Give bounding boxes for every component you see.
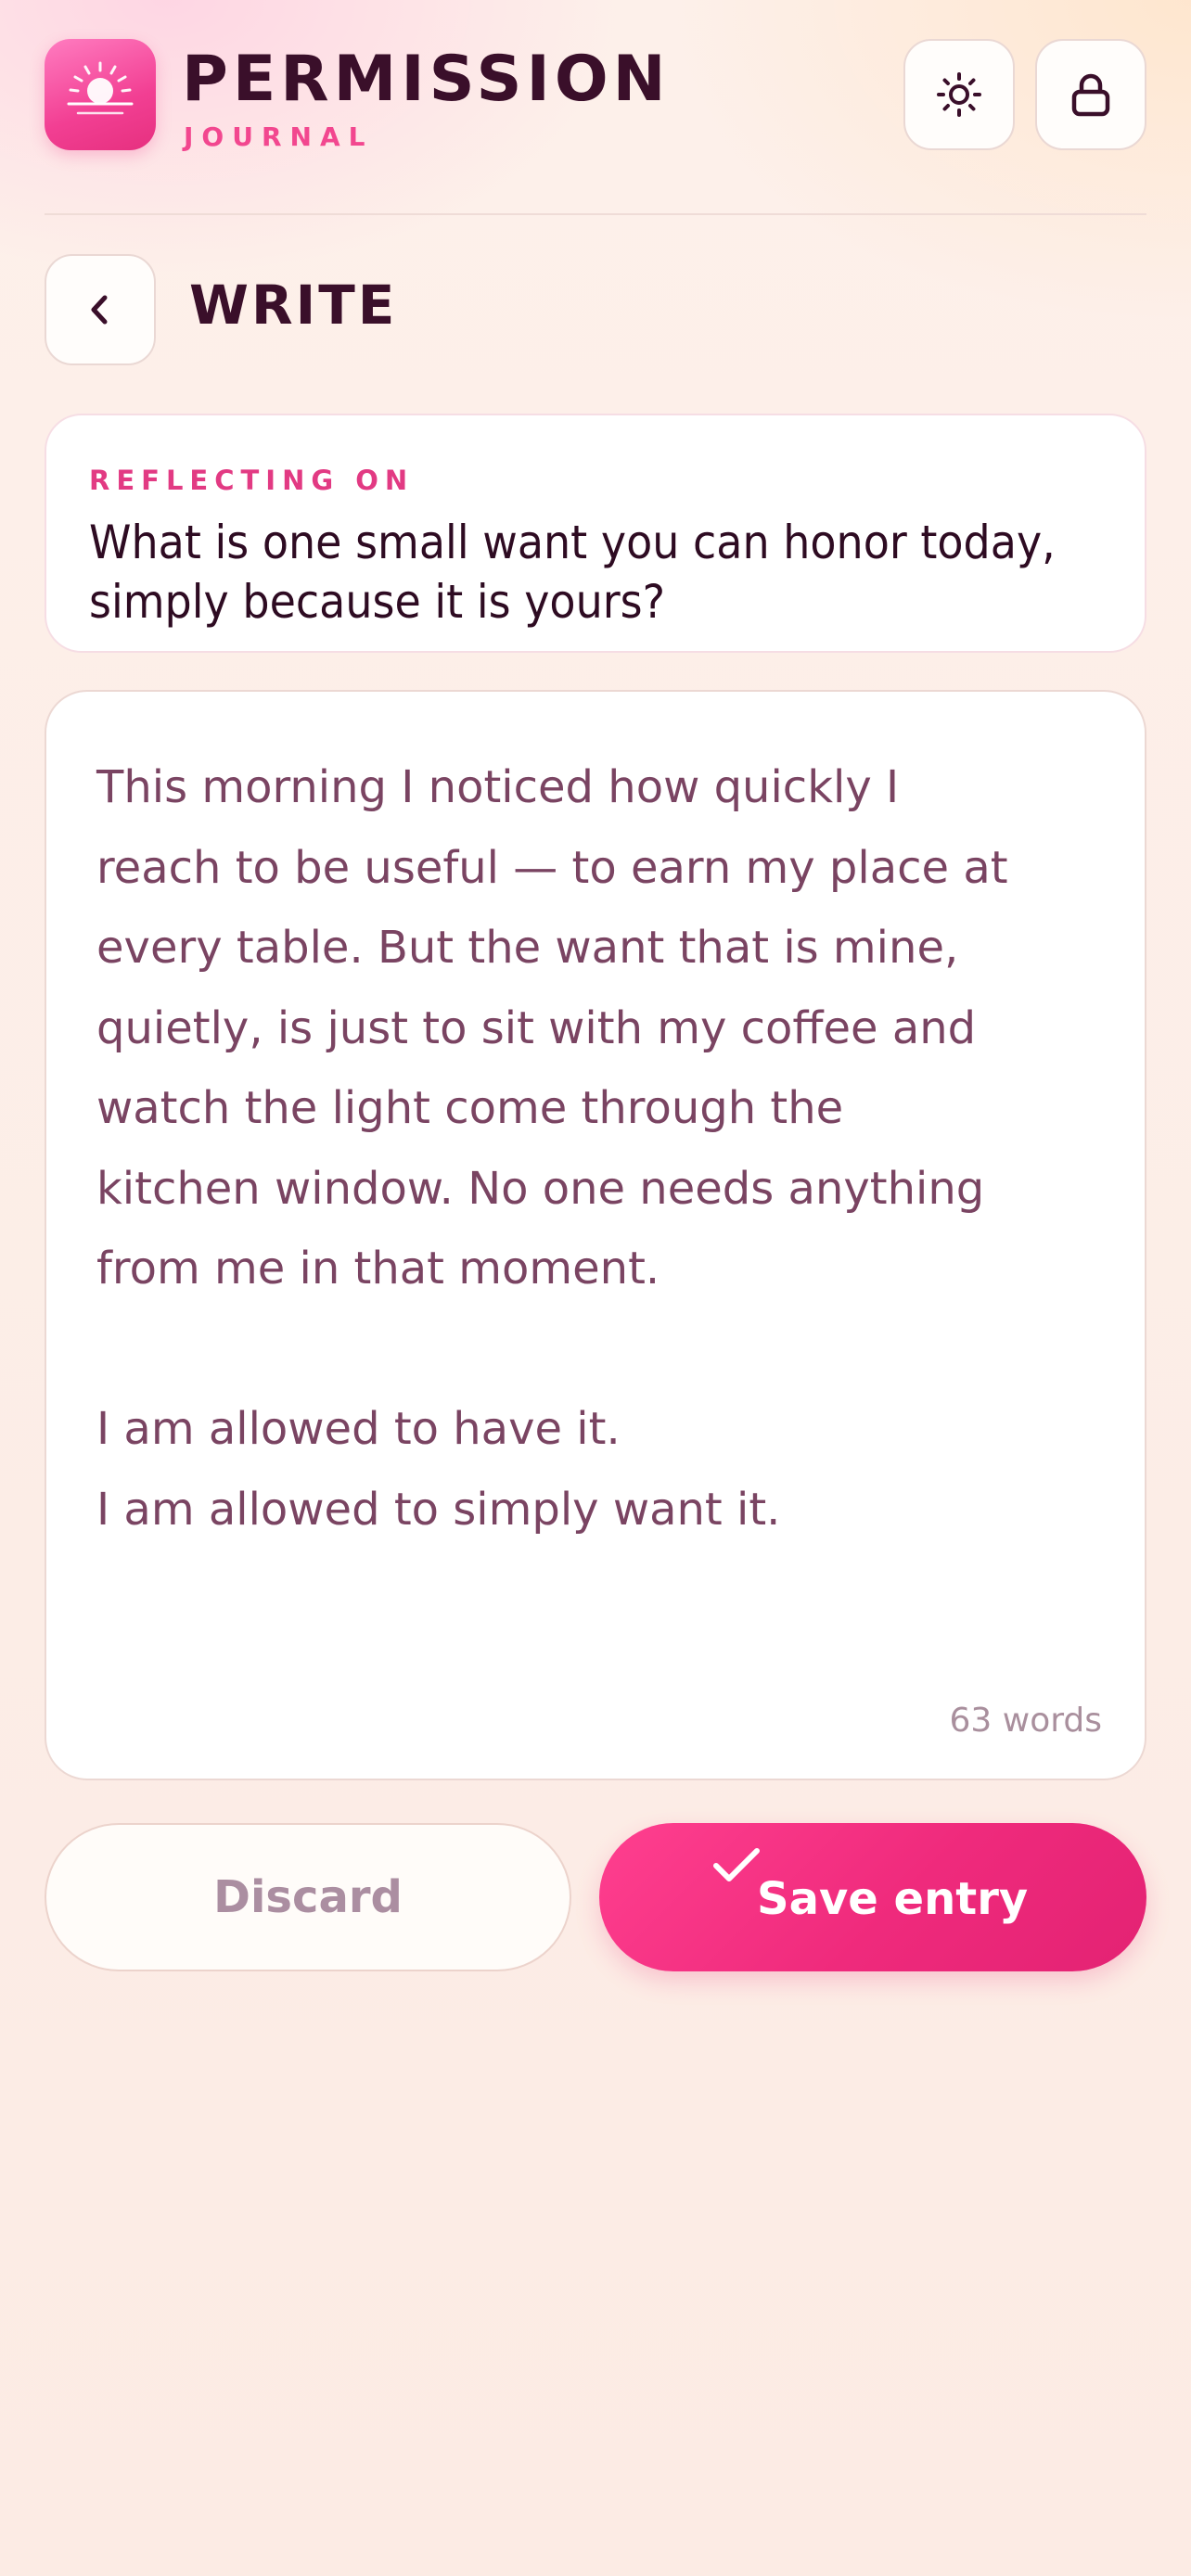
lock-icon bbox=[1071, 73, 1110, 117]
check-icon bbox=[713, 1848, 760, 1881]
discard-label: Discard bbox=[213, 1871, 403, 1923]
word-count: 63 words bbox=[949, 1702, 1103, 1740]
theme-toggle-button[interactable] bbox=[903, 39, 1015, 150]
lock-button[interactable] bbox=[1035, 39, 1146, 150]
back-button[interactable] bbox=[45, 254, 156, 365]
app-header: PERMISSION JOURNAL bbox=[45, 37, 1146, 150]
sun-icon bbox=[937, 72, 981, 117]
app-title: PERMISSION bbox=[182, 43, 671, 116]
save-entry-button[interactable]: Save entry bbox=[599, 1823, 1146, 1971]
app-subtitle: JOURNAL bbox=[184, 121, 374, 152]
prompt-text: What is one small want you can honor tod… bbox=[89, 516, 1056, 629]
save-label: Save entry bbox=[757, 1873, 1029, 1925]
sunrise-icon bbox=[67, 61, 134, 115]
header-divider bbox=[45, 213, 1146, 215]
discard-button[interactable]: Discard bbox=[45, 1823, 571, 1971]
prompt-label: REFLECTING ON bbox=[89, 465, 415, 496]
page-title: WRITE bbox=[189, 274, 398, 337]
app-logo bbox=[45, 39, 156, 150]
chevron-left-icon bbox=[91, 295, 108, 325]
entry-text[interactable]: This morning I noticed how quickly I rea… bbox=[96, 747, 1108, 1549]
prompt-card: REFLECTING ON What is one small want you… bbox=[45, 414, 1146, 653]
entry-editor[interactable]: This morning I noticed how quickly I rea… bbox=[45, 690, 1146, 1780]
